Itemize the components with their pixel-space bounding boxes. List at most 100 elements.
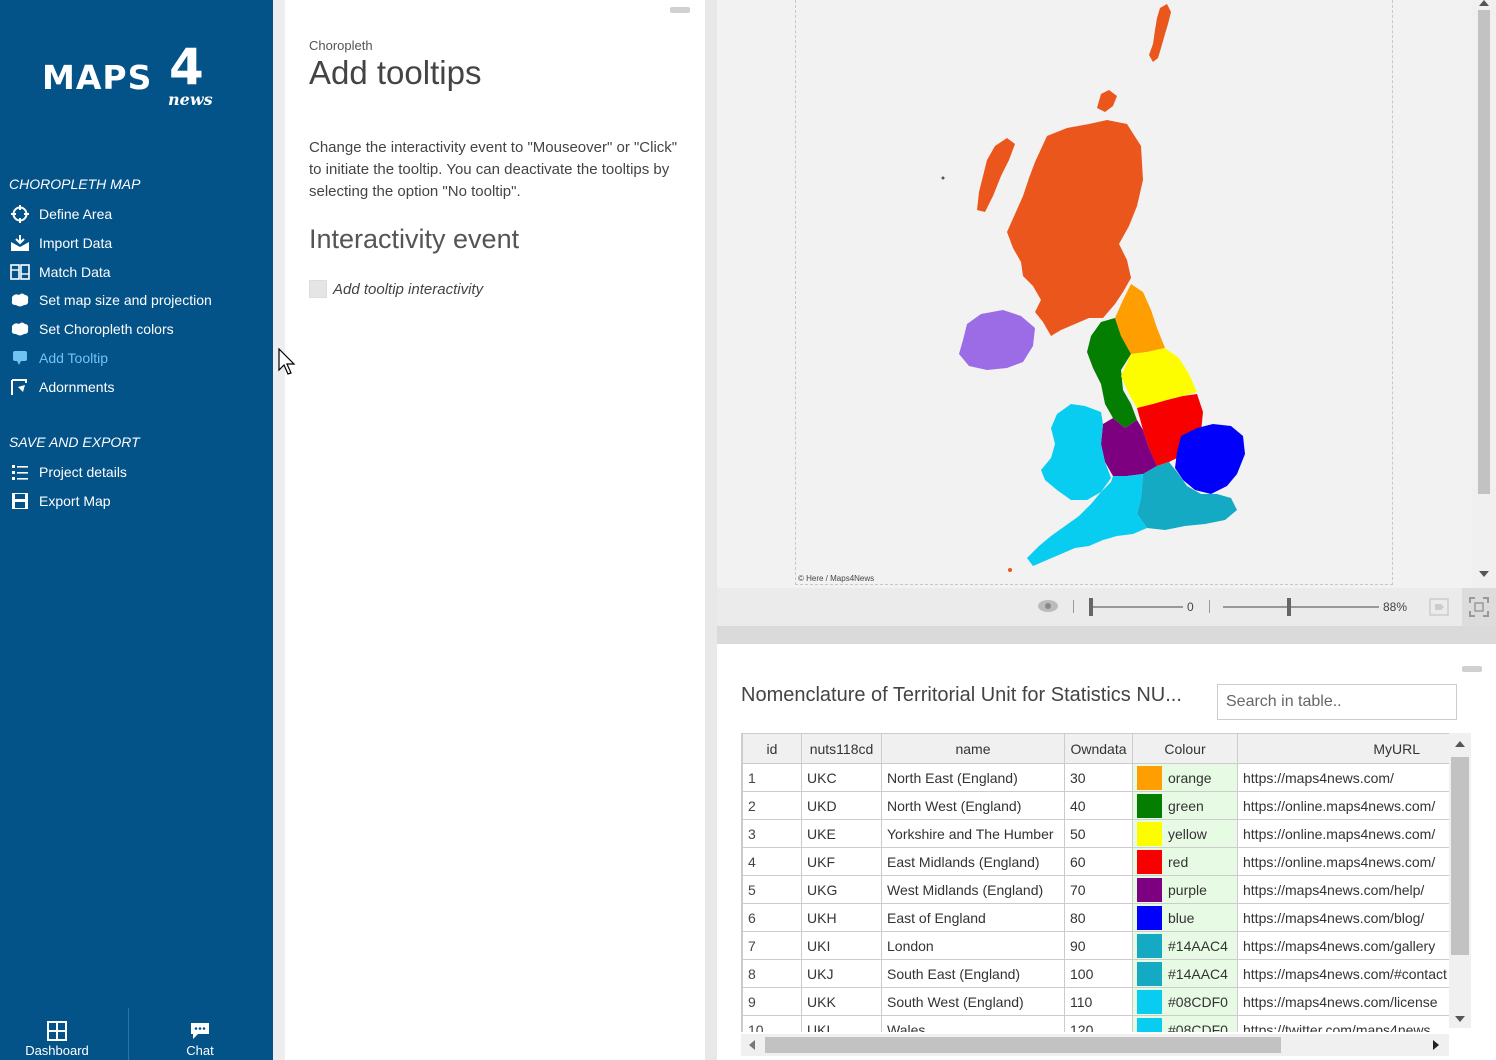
chat-button[interactable]: Chat <box>143 1008 257 1060</box>
cell-myurl[interactable]: https://maps4news.com/help/ <box>1237 875 1449 904</box>
cell-name[interactable]: South West (England) <box>881 987 1065 1016</box>
checkbox-box[interactable] <box>309 280 327 298</box>
fullscreen-button[interactable] <box>1462 588 1496 626</box>
cell-colour[interactable]: #08CDF0 <box>1132 987 1238 1016</box>
cell-myurl[interactable]: https://online.maps4news.com/ <box>1237 819 1449 848</box>
region-northern-ireland[interactable] <box>959 310 1035 370</box>
table-row[interactable]: 1 UKC North East (England) 30 orange https://… <box>742 763 1449 792</box>
rotation-slider-track[interactable] <box>1089 606 1183 608</box>
sidebar-item-add-tooltip[interactable]: Add Tooltip <box>10 347 108 369</box>
cell-owndata[interactable]: 110 <box>1064 987 1133 1016</box>
map-canvas[interactable]: © Here / Maps4News <box>717 0 1496 588</box>
table-row[interactable]: 9 UKK South West (England) 110 #08CDF0 https:… <box>742 987 1449 1016</box>
cell-colour[interactable]: orange <box>1132 763 1238 792</box>
cell-id[interactable]: 7 <box>742 931 802 960</box>
cell-id[interactable]: 10 <box>742 1015 802 1032</box>
table-row[interactable]: 8 UKJ South East (England) 100 #14AAC4 https:… <box>742 959 1449 988</box>
sidebar-item-map-size[interactable]: Set map size and projection <box>10 289 212 311</box>
cell-colour[interactable]: purple <box>1132 875 1238 904</box>
table-row[interactable]: 4 UKF East Midlands (England) 60 red https://… <box>742 847 1449 876</box>
cell-id[interactable]: 6 <box>742 903 802 932</box>
uk-choropleth-map[interactable] <box>717 0 1472 588</box>
sidebar-item-project-details[interactable]: Project details <box>10 461 127 483</box>
cell-colour[interactable]: #14AAC4 <box>1132 959 1238 988</box>
region-outer-hebrides[interactable] <box>977 138 1015 212</box>
cell-owndata[interactable]: 80 <box>1064 903 1133 932</box>
eye-icon[interactable] <box>1037 598 1059 614</box>
cell-myurl[interactable]: https://twitter.com/maps4news <box>1237 1015 1449 1032</box>
scroll-down-icon[interactable] <box>1455 1016 1465 1022</box>
cell-myurl[interactable]: https://online.maps4news.com/ <box>1237 847 1449 876</box>
cell-colour[interactable]: #08CDF0 <box>1132 1015 1238 1032</box>
cell-name[interactable]: London <box>881 931 1065 960</box>
cell-nuts118cd[interactable]: UKG <box>801 875 882 904</box>
cell-owndata[interactable]: 40 <box>1064 791 1133 820</box>
table-horizontal-scrollbar[interactable] <box>741 1034 1449 1056</box>
cell-colour[interactable]: red <box>1132 847 1238 876</box>
cell-nuts118cd[interactable]: UKD <box>801 791 882 820</box>
sidebar-item-adornments[interactable]: Adornments <box>10 376 114 398</box>
table-row[interactable]: 7 UKI London 90 #14AAC4 https://maps4news.com… <box>742 931 1449 960</box>
cell-myurl[interactable]: https://maps4news.com/#contact <box>1237 959 1449 988</box>
cell-owndata[interactable]: 30 <box>1064 763 1133 792</box>
scroll-down-icon[interactable] <box>1479 571 1489 577</box>
cell-nuts118cd[interactable]: UKI <box>801 931 882 960</box>
region-orkney[interactable] <box>1097 90 1117 112</box>
cell-name[interactable]: North West (England) <box>881 791 1065 820</box>
cell-colour[interactable]: yellow <box>1132 819 1238 848</box>
panel-split-handle[interactable] <box>717 626 1496 644</box>
cell-id[interactable]: 9 <box>742 987 802 1016</box>
cell-colour[interactable]: green <box>1132 791 1238 820</box>
region-shetland[interactable] <box>1149 4 1171 62</box>
table-horizontal-scrollbar-thumb[interactable] <box>765 1037 1281 1053</box>
region-east-of-england[interactable] <box>1175 424 1245 494</box>
column-header-myurl[interactable]: MyURL <box>1237 733 1449 764</box>
sidebar-item-define-area[interactable]: Define Area <box>10 203 112 225</box>
cell-owndata[interactable]: 100 <box>1064 959 1133 988</box>
cell-nuts118cd[interactable]: UKE <box>801 819 882 848</box>
table-search-input[interactable] <box>1217 684 1457 720</box>
cell-owndata[interactable]: 60 <box>1064 847 1133 876</box>
cell-id[interactable]: 5 <box>742 875 802 904</box>
cell-nuts118cd[interactable]: UKH <box>801 903 882 932</box>
maps4news-logo[interactable]: MAPS 4 news <box>42 42 222 112</box>
column-header-colour[interactable]: Colour <box>1132 733 1238 764</box>
cell-nuts118cd[interactable]: UKJ <box>801 959 882 988</box>
scroll-right-icon[interactable] <box>1433 1040 1439 1050</box>
cell-myurl[interactable]: https://online.maps4news.com/ <box>1237 791 1449 820</box>
map-scrollbar-thumb[interactable] <box>1478 10 1490 494</box>
cell-owndata[interactable]: 90 <box>1064 931 1133 960</box>
minimize-table-button[interactable] <box>1462 666 1482 672</box>
cell-name[interactable]: South East (England) <box>881 959 1065 988</box>
cell-name[interactable]: East of England <box>881 903 1065 932</box>
table-vertical-scrollbar-thumb[interactable] <box>1451 757 1469 955</box>
column-header-nuts118cd[interactable]: nuts118cd <box>801 733 882 764</box>
table-row[interactable]: 2 UKD North West (England) 40 green https://o… <box>742 791 1449 820</box>
cell-id[interactable]: 4 <box>742 847 802 876</box>
sidebar-item-match-data[interactable]: Match Data <box>10 261 111 283</box>
cell-name[interactable]: West Midlands (England) <box>881 875 1065 904</box>
map-scrollbar[interactable] <box>1472 0 1496 588</box>
cell-myurl[interactable]: https://maps4news.com/blog/ <box>1237 903 1449 932</box>
cell-owndata[interactable]: 120 <box>1064 1015 1133 1032</box>
table-row[interactable]: 10 UKL Wales 120 #08CDF0 https://twitter.com/… <box>742 1015 1449 1032</box>
minimize-panel-button[interactable] <box>670 7 690 13</box>
column-header-id[interactable]: id <box>742 733 802 764</box>
scroll-left-icon[interactable] <box>749 1040 755 1050</box>
scroll-up-icon[interactable] <box>1455 741 1465 747</box>
cell-myurl[interactable]: https://maps4news.com/license <box>1237 987 1449 1016</box>
zoom-slider-thumb[interactable] <box>1287 598 1291 616</box>
zoom-slider-track[interactable] <box>1223 606 1379 608</box>
cell-owndata[interactable]: 70 <box>1064 875 1133 904</box>
sidebar-item-choropleth-colors[interactable]: Set Choropleth colors <box>10 318 174 340</box>
cell-id[interactable]: 3 <box>742 819 802 848</box>
column-header-owndata[interactable]: Owndata <box>1064 733 1133 764</box>
rotation-slider-thumb[interactable] <box>1089 598 1093 616</box>
cell-name[interactable]: Wales <box>881 1015 1065 1032</box>
cell-colour[interactable]: blue <box>1132 903 1238 932</box>
sidebar-item-import-data[interactable]: Import Data <box>10 232 112 254</box>
cell-myurl[interactable]: https://maps4news.com/gallery <box>1237 931 1449 960</box>
cell-id[interactable]: 8 <box>742 959 802 988</box>
cell-nuts118cd[interactable]: UKF <box>801 847 882 876</box>
region-wales[interactable] <box>1041 404 1111 500</box>
